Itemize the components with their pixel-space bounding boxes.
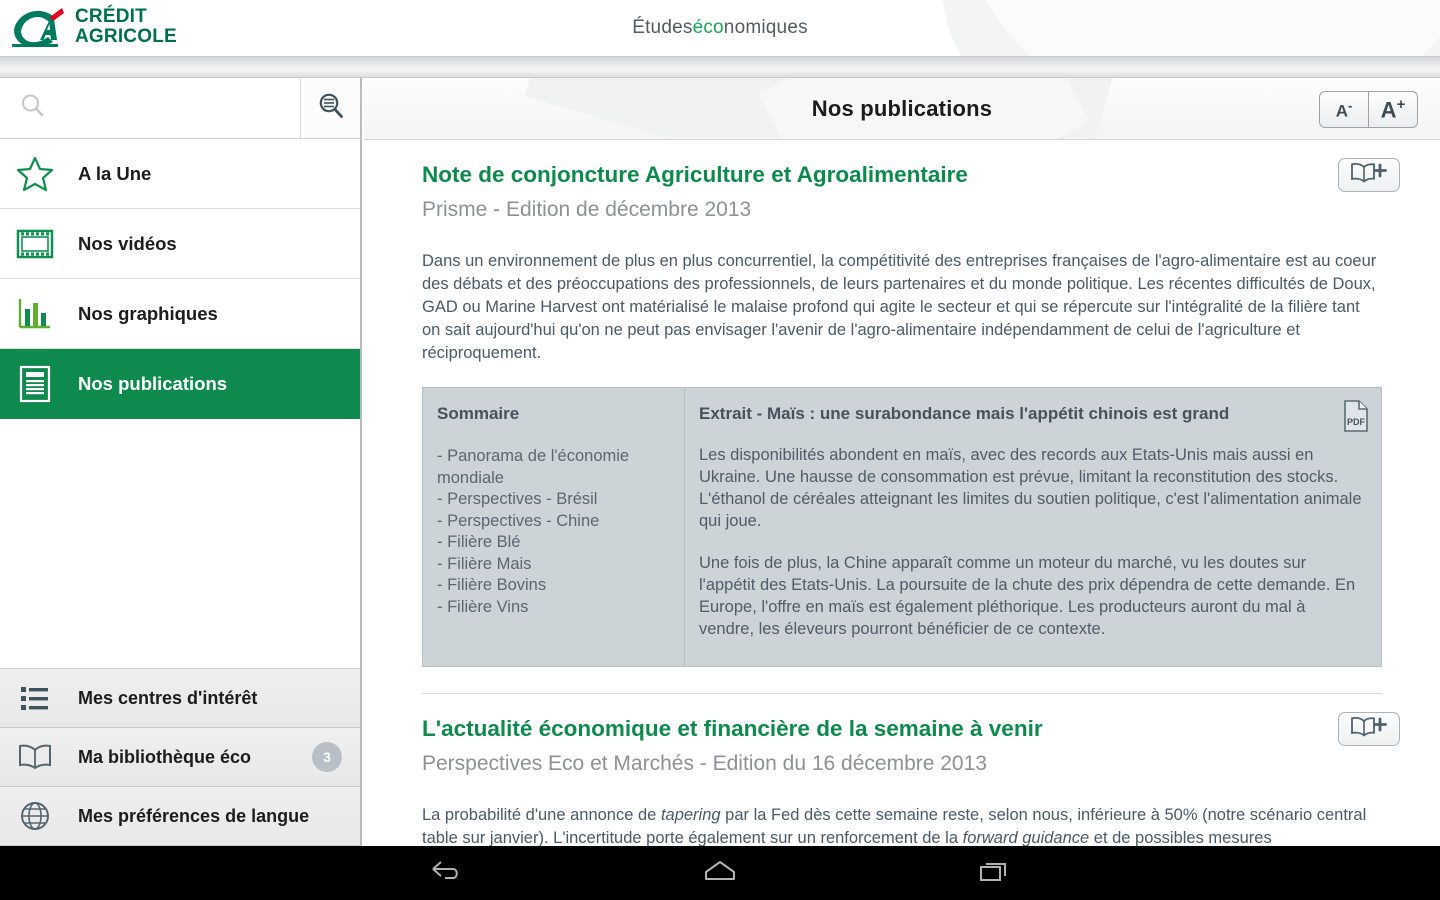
sidebar: A la Une Nos vidéos Nos graphiques Nos p… bbox=[0, 78, 362, 846]
book-icon bbox=[14, 736, 56, 778]
recents-button[interactable] bbox=[965, 853, 1023, 893]
extract-heading: Extrait - Maïs : une surabondance mais l… bbox=[699, 404, 1230, 423]
sidebar-item-label: A la Une bbox=[78, 162, 152, 184]
brand-line-1: CRÉDIT bbox=[75, 6, 147, 27]
summary-list: - Panorama de l'économie mondiale - Pers… bbox=[437, 446, 666, 618]
font-decrease-button[interactable]: A- bbox=[1320, 92, 1368, 127]
add-to-library-button[interactable] bbox=[1338, 158, 1400, 192]
list-item: - Filière Bovins bbox=[437, 576, 547, 594]
sidebar-spacer bbox=[0, 419, 360, 669]
globe-icon bbox=[14, 795, 56, 837]
summary-panel: Sommaire - Panorama de l'économie mondia… bbox=[423, 388, 685, 666]
android-navigation-bar bbox=[0, 846, 1440, 900]
app-title: Études éco nomiques bbox=[0, 0, 1440, 56]
font-increase-label: A bbox=[1380, 97, 1397, 123]
font-increase-button[interactable]: A+ bbox=[1369, 92, 1417, 127]
main-panel: Nos publications A- A+ Note de conjonctu… bbox=[364, 78, 1440, 846]
extract-panel: PDF Extrait - Maïs : une surabondance ma… bbox=[685, 388, 1381, 666]
sidebar-item-nos-graphiques[interactable]: Nos graphiques bbox=[0, 279, 360, 349]
pdf-download-button[interactable]: PDF bbox=[1343, 400, 1369, 437]
home-button[interactable] bbox=[691, 853, 749, 893]
sidebar-nav-list: A la Une Nos vidéos Nos graphiques Nos p… bbox=[0, 139, 360, 419]
app-title-prefix: Études bbox=[632, 17, 693, 38]
document-icon bbox=[14, 363, 56, 405]
ca-logo-icon bbox=[10, 6, 66, 48]
publication-body: Dans un environnement de plus en plus co… bbox=[422, 252, 1377, 362]
extract-paragraph-1: Les disponibilités abondent en maïs, ave… bbox=[699, 446, 1362, 530]
film-icon bbox=[14, 223, 56, 265]
font-increase-sup: + bbox=[1396, 95, 1406, 113]
summary-heading: Sommaire bbox=[437, 404, 520, 423]
list-icon bbox=[14, 677, 56, 719]
add-to-library-button[interactable] bbox=[1338, 712, 1400, 746]
publication-body-part-1: La probabilité d'une annonce de bbox=[422, 806, 661, 824]
publication-subtitle: Perspectives Eco et Marchés - Edition du… bbox=[422, 752, 987, 775]
star-icon bbox=[14, 153, 56, 195]
home-icon bbox=[702, 858, 738, 889]
sidebar-item-ma-bibliotheque-eco[interactable]: Ma bibliothèque éco 3 bbox=[0, 728, 360, 787]
publications-scroll-area[interactable]: Note de conjoncture Agriculture et Agroa… bbox=[364, 140, 1440, 846]
back-button[interactable] bbox=[417, 853, 475, 893]
list-item: - Perspectives - Chine bbox=[437, 511, 600, 530]
font-size-controls: A- A+ bbox=[1319, 91, 1418, 128]
sidebar-item-label: Nos publications bbox=[78, 372, 228, 394]
sidebar-item-a-la-une[interactable]: A la Une bbox=[0, 139, 360, 209]
book-plus-icon bbox=[1349, 161, 1389, 190]
book-plus-icon bbox=[1349, 715, 1389, 744]
list-item: - Filière Vins bbox=[437, 597, 529, 616]
svg-text:PDF: PDF bbox=[1347, 417, 1366, 427]
sidebar-item-label: Nos vidéos bbox=[78, 232, 177, 254]
app-root: Études éco nomiques CRÉDIT AGRICOLE A la… bbox=[0, 0, 1440, 900]
publication-body-emphasis-1: tapering bbox=[660, 806, 721, 824]
search-field[interactable] bbox=[0, 78, 301, 138]
main-header: Nos publications A- A+ bbox=[364, 78, 1440, 140]
publication-body: La probabilité d'une annonce de tapering… bbox=[422, 804, 1382, 846]
sidebar-bottom-nav: Mes centres d'intérêt Ma bibliothèque éc… bbox=[0, 669, 360, 846]
brand-line-2: AGRICOLE bbox=[75, 26, 177, 47]
pdf-icon: PDF bbox=[1343, 400, 1369, 436]
font-decrease-sup: - bbox=[1347, 97, 1353, 113]
back-icon bbox=[429, 858, 463, 889]
sidebar-item-mes-centres-d-interet[interactable]: Mes centres d'intérêt bbox=[0, 669, 360, 728]
publication-item: Note de conjoncture Agriculture et Agroa… bbox=[364, 140, 1440, 667]
brand-bar: Études éco nomiques CRÉDIT AGRICOLE bbox=[0, 0, 1440, 56]
publication-detail-panel: Sommaire - Panorama de l'économie mondia… bbox=[422, 387, 1382, 667]
advanced-search-icon bbox=[315, 90, 347, 127]
sidebar-item-nos-videos[interactable]: Nos vidéos bbox=[0, 209, 360, 279]
search-icon bbox=[18, 91, 48, 126]
sidebar-item-nos-publications[interactable]: Nos publications bbox=[0, 349, 360, 419]
sidebar-item-label: Nos graphiques bbox=[78, 302, 218, 324]
list-item: - Panorama de l'économie mondiale bbox=[437, 447, 630, 487]
chrome-separator bbox=[0, 56, 1440, 78]
publication-title[interactable]: L'actualité économique et financière de … bbox=[422, 714, 1382, 744]
bar-chart-icon bbox=[14, 293, 56, 335]
list-item: - Perspectives - Brésil bbox=[437, 490, 598, 508]
credit-agricole-logo[interactable]: CRÉDIT AGRICOLE bbox=[10, 6, 177, 48]
sidebar-item-label: Mes préférences de langue bbox=[78, 805, 310, 826]
recents-icon bbox=[978, 858, 1010, 889]
publication-item: L'actualité économique et financière de … bbox=[364, 694, 1440, 846]
font-decrease-label: A bbox=[1335, 101, 1348, 121]
publication-body-emphasis-2: forward guidance bbox=[962, 829, 1090, 846]
extract-paragraph-2: Une fois de plus, la Chine apparaît comm… bbox=[699, 554, 1356, 638]
brand-wordmark: CRÉDIT AGRICOLE bbox=[75, 7, 177, 47]
advanced-search-button[interactable] bbox=[301, 78, 360, 138]
list-item: - Filière Blé bbox=[437, 533, 521, 551]
sidebar-item-mes-preferences-de-langue[interactable]: Mes préférences de langue bbox=[0, 787, 360, 846]
search-row bbox=[0, 78, 360, 139]
status-badge: 3 bbox=[312, 742, 342, 772]
page-title: Nos publications bbox=[811, 95, 993, 121]
sidebar-item-label: Ma bibliothèque éco bbox=[78, 746, 252, 767]
publication-title[interactable]: Note de conjoncture Agriculture et Agroa… bbox=[422, 160, 1382, 190]
app-title-suffix: nomiques bbox=[723, 17, 808, 38]
sidebar-item-label: Mes centres d'intérêt bbox=[78, 687, 258, 708]
list-item: - Filière Mais bbox=[437, 554, 532, 573]
publication-subtitle: Prisme - Edition de décembre 2013 bbox=[422, 198, 752, 221]
search-input[interactable] bbox=[48, 99, 300, 117]
app-title-accent: éco bbox=[692, 17, 724, 38]
